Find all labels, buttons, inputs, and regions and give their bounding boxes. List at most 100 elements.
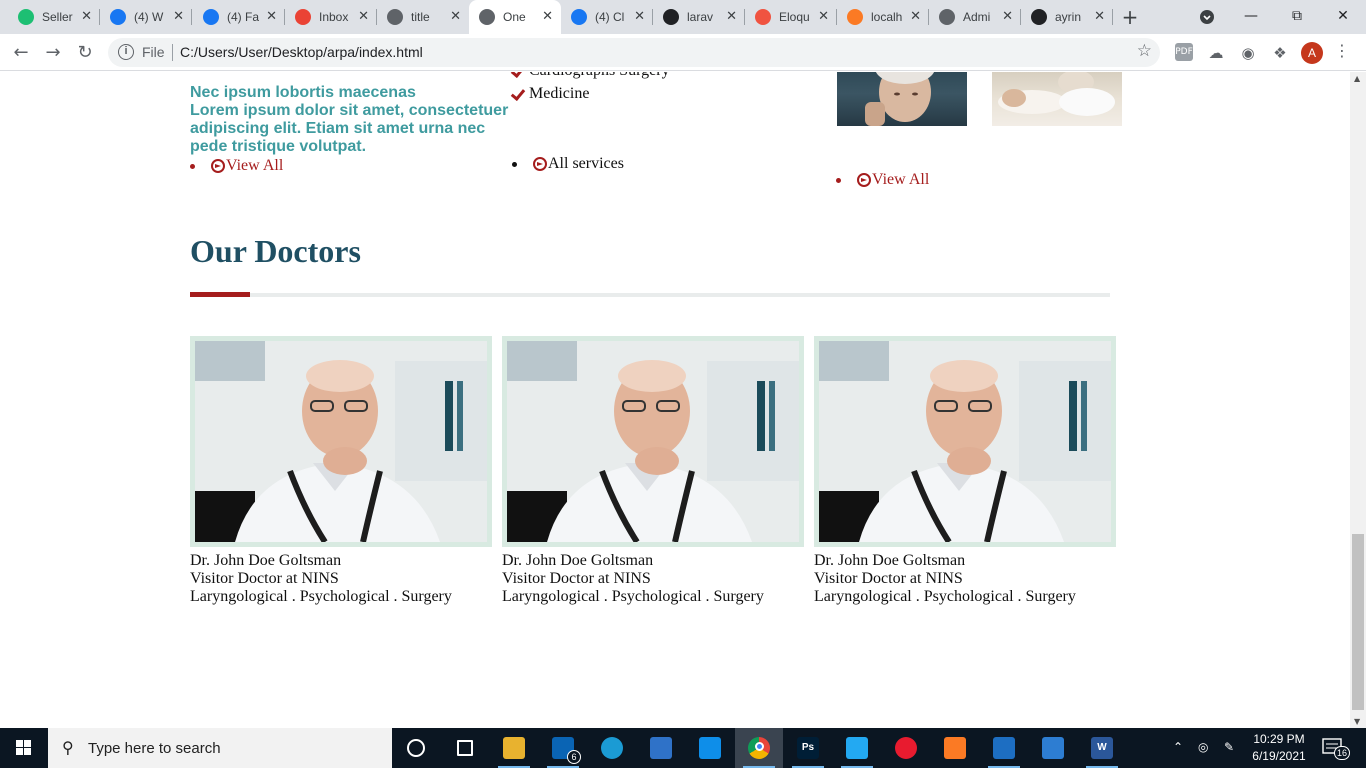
restore-button[interactable]: ⧉ <box>1274 0 1320 34</box>
cloud-extension-icon[interactable]: ☁ <box>1206 43 1226 63</box>
taskbar-app-photoshop[interactable]: Ps <box>784 728 832 768</box>
doctor-role: Visitor Doctor at NINS <box>502 570 651 587</box>
vertical-scrollbar[interactable]: ▲ ▼ <box>1350 72 1366 728</box>
taskbar-app-file-explorer[interactable] <box>490 728 538 768</box>
close-tab-icon[interactable]: ✕ <box>1094 9 1105 25</box>
store-icon <box>650 737 672 759</box>
cortana-icon <box>407 739 425 757</box>
tab-title: Inbox <box>319 10 349 24</box>
browser-tab[interactable]: (4) W ✕ <box>100 0 192 34</box>
system-clock[interactable]: 10:29 PM 6/19/2021 <box>1248 731 1310 765</box>
gallery-thumbnail-elderly-couple[interactable] <box>992 72 1122 126</box>
about-text: Lorem ipsum dolor sit amet, consectetuer… <box>190 102 509 155</box>
close-tab-icon[interactable]: ✕ <box>450 9 461 25</box>
close-tab-icon[interactable]: ✕ <box>634 9 645 25</box>
doctor-photo[interactable] <box>502 336 804 547</box>
close-tab-icon[interactable]: ✕ <box>726 9 737 25</box>
profile-avatar[interactable]: A <box>1301 42 1323 64</box>
browser-tab[interactable]: title ✕ <box>377 0 469 34</box>
title-underline <box>190 293 1110 297</box>
forward-button[interactable]: → <box>40 40 66 66</box>
gallery-view-all-link[interactable]: View All <box>836 171 929 189</box>
task-view-icon <box>457 740 473 756</box>
taskbar-search-box[interactable]: ⚲ Type here to search <box>48 728 392 768</box>
tab-title: (4) W <box>134 10 164 24</box>
laravel-icon <box>755 9 771 25</box>
service-label: Cardiographs Surgery <box>529 72 670 80</box>
camera-extension-icon[interactable]: ◉ <box>1238 43 1258 63</box>
close-tab-icon[interactable]: ✕ <box>266 9 277 25</box>
pdf-extension-icon[interactable]: PDF <box>1175 43 1193 61</box>
url-text[interactable]: C:/Users/User/Desktop/arpa/index.html <box>180 44 423 60</box>
close-tab-icon[interactable]: ✕ <box>542 9 553 25</box>
doctor-photo[interactable] <box>814 336 1116 547</box>
list-bullet <box>836 177 841 183</box>
clock-date: 6/19/2021 <box>1252 749 1306 763</box>
network-icon[interactable]: ◎ <box>1198 740 1208 754</box>
scroll-thumb[interactable] <box>1352 534 1364 710</box>
close-window-button[interactable]: ✕ <box>1320 0 1366 34</box>
close-tab-icon[interactable]: ✕ <box>818 9 829 25</box>
start-button[interactable] <box>0 728 48 768</box>
about-view-all-link[interactable]: View All <box>190 157 283 175</box>
scroll-up-arrow-icon[interactable]: ▲ <box>1354 74 1360 83</box>
service-item: Medicine <box>513 85 589 103</box>
browser-tab[interactable]: Admi ✕ <box>929 0 1021 34</box>
reload-button[interactable]: ↻ <box>72 40 98 66</box>
taskbar-app-mail[interactable]: 6 <box>539 728 587 768</box>
close-tab-icon[interactable]: ✕ <box>81 9 92 25</box>
info-icon[interactable]: i <box>118 44 134 60</box>
browser-tab[interactable]: ayrin ✕ <box>1021 0 1113 34</box>
pen-icon[interactable]: ✎ <box>1224 740 1234 754</box>
close-tab-icon[interactable]: ✕ <box>358 9 369 25</box>
taskbar-app-photos[interactable] <box>1029 728 1077 768</box>
taskbar-app-vscode[interactable] <box>833 728 881 768</box>
mail-count-badge: 6 <box>567 750 581 764</box>
browser-tab[interactable]: One ✕ <box>469 0 561 34</box>
browser-tab[interactable]: (4) Cl ✕ <box>561 0 653 34</box>
browser-tab[interactable]: (4) Fa ✕ <box>193 0 285 34</box>
browser-tab[interactable]: Inbox ✕ <box>285 0 377 34</box>
taskbar-app-edge[interactable] <box>588 728 636 768</box>
browser-tab[interactable]: Eloqu ✕ <box>745 0 837 34</box>
puzzle-extensions-icon[interactable]: ❖ <box>1270 43 1290 63</box>
taskbar-app-opera[interactable] <box>882 728 930 768</box>
opera-icon <box>895 737 917 759</box>
back-button[interactable]: ← <box>8 40 34 66</box>
taskbar-app-xampp[interactable] <box>931 728 979 768</box>
taskbar-app-video[interactable] <box>980 728 1028 768</box>
search-placeholder: Type here to search <box>88 740 221 757</box>
taskbar-app-chrome[interactable] <box>735 728 783 768</box>
doctor-info: Dr. John Doe Goltsman Visitor Doctor at N… <box>190 552 492 606</box>
taskbar-app-teamviewer[interactable] <box>686 728 734 768</box>
address-bar[interactable]: i File C:/Users/User/Desktop/arpa/index.… <box>108 38 1160 67</box>
browser-tab[interactable]: larav ✕ <box>653 0 745 34</box>
minimize-button[interactable]: — <box>1228 0 1274 34</box>
tab-search-button[interactable] <box>1184 0 1230 34</box>
browser-tab[interactable]: Seller ✕ <box>8 0 100 34</box>
close-tab-icon[interactable]: ✕ <box>910 9 921 25</box>
page-viewport: Nec ipsum lobortis maecenas Lorem ipsum … <box>0 72 1350 728</box>
tab-title: localh <box>871 10 903 24</box>
gmail-icon <box>295 9 311 25</box>
word-icon: W <box>1091 737 1113 759</box>
scroll-down-arrow-icon[interactable]: ▼ <box>1354 717 1360 726</box>
facebook-icon <box>203 9 219 25</box>
doctor-photo[interactable] <box>190 336 492 547</box>
taskbar-app-word[interactable]: W <box>1078 728 1126 768</box>
bookmark-star-icon[interactable]: ☆ <box>1137 41 1152 61</box>
taskbar-app-task-view[interactable] <box>441 728 489 768</box>
gallery-thumbnail-elderly-woman[interactable] <box>837 72 967 126</box>
close-tab-icon[interactable]: ✕ <box>1002 9 1013 25</box>
all-services-link[interactable]: All services <box>512 155 624 173</box>
taskbar-app-cortana[interactable] <box>392 728 440 768</box>
gallery-view-all-label: View All <box>872 171 930 188</box>
show-hidden-icons-chevron-icon[interactable]: ⌃ <box>1173 740 1183 754</box>
close-tab-icon[interactable]: ✕ <box>173 9 184 25</box>
new-tab-button[interactable]: + <box>1118 5 1142 29</box>
about-title: Nec ipsum lobortis maecenas <box>190 84 416 101</box>
browser-menu-icon[interactable]: ⋮ <box>1334 41 1350 60</box>
browser-tab[interactable]: localh ✕ <box>837 0 929 34</box>
tab-title: ayrin <box>1055 10 1082 24</box>
taskbar-app-store[interactable] <box>637 728 685 768</box>
